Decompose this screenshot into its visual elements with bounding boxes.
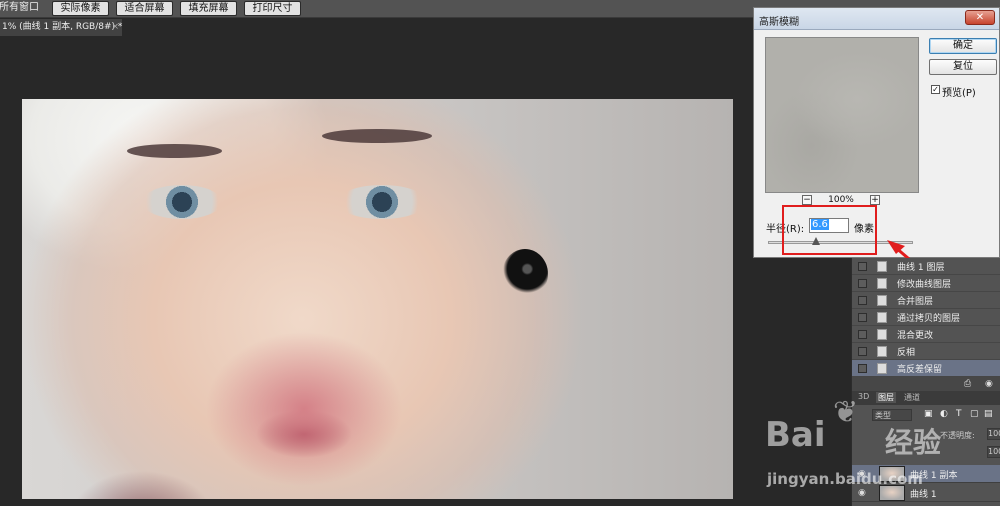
- document-canvas[interactable]: [22, 99, 733, 499]
- tab-3d[interactable]: 3D: [858, 392, 869, 401]
- tab-channels[interactable]: 通道: [904, 392, 920, 403]
- adjustment-filter-icon[interactable]: ◐: [940, 409, 948, 419]
- snapshot-icon[interactable]: ⎙: [964, 379, 971, 389]
- history-item-label: 反相: [897, 348, 916, 358]
- history-source-toggle[interactable]: [858, 330, 867, 339]
- history-item-label: 修改曲线图层: [897, 280, 952, 290]
- photo-detail: [337, 185, 427, 219]
- history-item[interactable]: 修改曲线图层: [852, 275, 1000, 292]
- dialog-titlebar[interactable]: 高斯模糊 ✕: [754, 8, 999, 30]
- layer-name: 曲线 1 副本: [910, 471, 958, 481]
- layer-thumbnail[interactable]: [879, 485, 905, 501]
- history-item-label: 曲线 1 图层: [897, 263, 945, 273]
- history-source-toggle[interactable]: [858, 262, 867, 271]
- history-footer: ⎙ ◉: [852, 377, 1000, 391]
- reset-button[interactable]: 复位: [929, 59, 997, 75]
- smart-object-filter-icon[interactable]: ▤: [984, 409, 993, 419]
- opacity-input[interactable]: 100: [987, 428, 1000, 440]
- layer-tabs: 3D 图层 通道: [852, 391, 1000, 405]
- dialog-title: 高斯模糊: [759, 17, 799, 28]
- photo-detail: [322, 129, 432, 143]
- history-item[interactable]: 反相: [852, 343, 1000, 360]
- type-filter-icon[interactable]: T: [956, 409, 962, 419]
- history-item[interactable]: 混合更改: [852, 326, 1000, 343]
- close-icon[interactable]: ×: [111, 19, 119, 36]
- document-icon: [877, 329, 887, 340]
- visibility-eye-icon[interactable]: ◉: [858, 469, 866, 479]
- history-item[interactable]: 曲线 1 图层: [852, 258, 1000, 275]
- image-filter-icon[interactable]: ▣: [924, 409, 933, 419]
- document-icon: [877, 346, 887, 357]
- history-source-toggle[interactable]: [858, 296, 867, 305]
- document-icon: [877, 312, 887, 323]
- opacity-label: 不透明度:: [940, 431, 975, 440]
- history-source-toggle[interactable]: [858, 279, 867, 288]
- history-item[interactable]: 通过拷贝的图层: [852, 309, 1000, 326]
- fill-input[interactable]: 100: [987, 446, 1000, 458]
- close-button[interactable]: ✕: [965, 10, 995, 25]
- visibility-eye-icon[interactable]: ◉: [858, 488, 866, 498]
- preview-checkbox-label: 预览(P): [942, 88, 976, 99]
- tab-layers[interactable]: 图层: [876, 392, 896, 403]
- history-item[interactable]: 合并图层: [852, 292, 1000, 309]
- print-size-button[interactable]: 打印尺寸: [244, 1, 301, 16]
- history-item[interactable]: 高反差保留: [852, 360, 1000, 377]
- history-item-label: 通过拷贝的图层: [897, 314, 961, 324]
- actual-pixels-button[interactable]: 实际像素: [52, 1, 109, 16]
- document-icon: [877, 278, 887, 289]
- history-source-toggle[interactable]: [858, 347, 867, 356]
- history-source-toggle[interactable]: [858, 364, 867, 373]
- history-source-toggle[interactable]: [858, 313, 867, 322]
- zoom-in-button[interactable]: +: [870, 195, 880, 205]
- document-icon: [877, 261, 887, 272]
- preview-checkbox[interactable]: ✓: [931, 85, 940, 94]
- fit-screen-button[interactable]: 适合屏幕: [116, 1, 173, 16]
- layer-name: 曲线 1: [910, 490, 937, 500]
- history-item-label: 高反差保留: [897, 365, 943, 375]
- document-icon: [877, 363, 887, 374]
- blur-preview-image[interactable]: [765, 37, 919, 193]
- zoom-out-button[interactable]: −: [802, 195, 812, 205]
- layer-row[interactable]: ◉ 曲线 1 副本: [852, 465, 1000, 483]
- photo-detail: [127, 144, 222, 158]
- layer-row[interactable]: ◉ 曲线 1: [852, 484, 1000, 502]
- history-item-label: 混合更改: [897, 331, 934, 341]
- photo-detail: [142, 185, 222, 219]
- shape-filter-icon[interactable]: ▢: [970, 409, 979, 419]
- document-icon: [877, 295, 887, 306]
- history-item-label: 合并图层: [897, 297, 934, 307]
- fit-all-windows-checkbox-label[interactable]: 所有窗口: [0, 1, 44, 16]
- fill-screen-button[interactable]: 填充屏幕: [180, 1, 237, 16]
- camera-icon[interactable]: ◉: [985, 379, 993, 389]
- layer-thumbnail[interactable]: [879, 466, 905, 482]
- document-tab-label: 1% (曲线 1 副本, RGB/8#) *: [2, 22, 123, 32]
- zoom-level: 100%: [828, 195, 854, 205]
- document-tab[interactable]: 1% (曲线 1 副本, RGB/8#) * ×: [0, 19, 122, 36]
- layer-tools: 类型 ▣ ◐ T ▢ ▤ 不透明度: 100 100: [852, 405, 1000, 465]
- history-layers-panel: 曲线 1 图层 修改曲线图层 合并图层 通过拷贝的图层 混合更改 反相 高反差保留 ⎙ ◉ …: [851, 258, 1000, 506]
- layer-filter-select[interactable]: 类型: [872, 409, 912, 421]
- watermark-brand: Bai: [765, 415, 826, 455]
- annotation-highlight-box: [782, 205, 877, 255]
- photo-detail: [502, 249, 548, 299]
- ok-button[interactable]: 确定: [929, 38, 997, 54]
